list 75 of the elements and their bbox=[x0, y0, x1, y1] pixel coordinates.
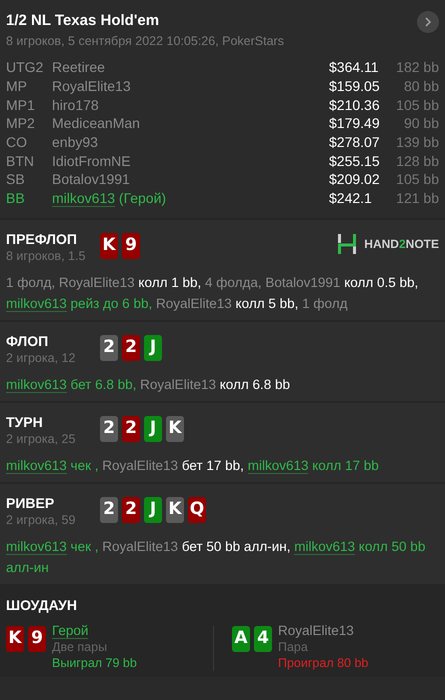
player-name: MediceanMan bbox=[52, 114, 141, 132]
next-button[interactable] bbox=[417, 11, 439, 33]
playing-card: Q bbox=[188, 496, 206, 522]
street-info: 2 игрока, 25 bbox=[6, 430, 76, 446]
playing-card: K bbox=[6, 626, 24, 652]
hand-title: 1/2 NL Texas Hold'em bbox=[6, 11, 160, 31]
street-title: ТУРН bbox=[6, 412, 44, 430]
action-log: milkov613 чек , RoyalElite13 бет 50 bb алл-ин, milkov613 колл 50 bb алл-ин bbox=[6, 538, 426, 576]
chevron-right-icon bbox=[424, 17, 432, 27]
stack-bb: 182 bb bbox=[395, 58, 439, 76]
player-name: Герой bbox=[52, 622, 90, 638]
showdown-title: ШОУДАУН bbox=[6, 596, 78, 614]
stack-amount: $242.1 bbox=[329, 189, 373, 208]
stack-bb: 105 bb bbox=[395, 170, 439, 188]
player-name: RoyalElite13 bbox=[278, 622, 355, 638]
street-title: РИВЕР bbox=[6, 494, 56, 512]
stack-bb: 121 bb bbox=[395, 189, 439, 208]
stack-bb: 90 bb bbox=[402, 114, 439, 132]
stack-amount: $278.07 bbox=[329, 133, 381, 152]
playing-card: 9 bbox=[28, 626, 46, 652]
playing-card: 2 bbox=[100, 496, 118, 522]
player-name: milkov613 (Герой) bbox=[52, 189, 168, 208]
stack-amount: $209.02 bbox=[329, 170, 381, 188]
playing-card: J bbox=[144, 416, 162, 442]
hand-rank: Две пары bbox=[52, 638, 108, 654]
position-label: CO bbox=[6, 133, 28, 152]
playing-card: J bbox=[144, 334, 162, 360]
street-info: 2 игрока, 12 bbox=[6, 350, 76, 366]
street-info: 2 игрока, 59 bbox=[6, 512, 76, 528]
stack-bb: 80 bb bbox=[402, 77, 439, 96]
street-title: ПРЕФЛОП bbox=[6, 230, 78, 248]
playing-card: 2 bbox=[100, 416, 118, 442]
playing-card: K bbox=[166, 416, 184, 442]
playing-card: J bbox=[144, 496, 162, 522]
stack-bb: 128 bb bbox=[395, 152, 439, 170]
playing-card: A bbox=[232, 626, 250, 652]
action-log: milkov613 чек , RoyalElite13 бет 17 bb, milkov613 колл 17 bb bbox=[6, 456, 380, 476]
playing-card: 2 bbox=[122, 496, 140, 522]
action-log: milkov613 бет 6.8 bb, RoyalElite13 колл 6.8 bb bbox=[6, 376, 292, 394]
result-text: Проиграл 80 bb bbox=[278, 654, 368, 670]
player-name: RoyalElite13 bbox=[52, 77, 132, 96]
player-name: enby93 bbox=[52, 133, 99, 152]
position-label: BTN bbox=[6, 152, 35, 170]
result-text: Выиграл 79 bb bbox=[52, 654, 137, 670]
stack-amount: $255.15 bbox=[329, 152, 381, 170]
playing-card: K bbox=[100, 232, 118, 258]
playing-card: 4 bbox=[254, 626, 272, 652]
hand-subtitle: 8 игроков, 5 сентября 2022 10:05:26, PokerStars bbox=[6, 33, 284, 50]
stack-amount: $210.36 bbox=[329, 96, 381, 114]
stack-amount: $179.49 bbox=[329, 114, 381, 132]
player-name: hiro178 bbox=[52, 96, 100, 114]
playing-card: 2 bbox=[100, 334, 118, 360]
stack-bb: 139 bb bbox=[395, 133, 439, 152]
logo-icon bbox=[338, 234, 356, 254]
player-name: Reetiree bbox=[52, 58, 106, 76]
position-label: UTG2 bbox=[6, 58, 44, 76]
logo-text: HAND2NOTE bbox=[364, 236, 439, 252]
playing-card: 2 bbox=[122, 416, 140, 442]
stack-amount: $159.05 bbox=[329, 77, 381, 96]
player-name: IdiotFromNE bbox=[52, 152, 132, 170]
playing-card: 9 bbox=[122, 232, 140, 258]
position-label: MP bbox=[6, 77, 28, 96]
playing-card: 2 bbox=[122, 334, 140, 360]
action-log: 1 фолд, RoyalElite13 колл 1 bb, 4 фолда, Botalov1991 колл 0.5 bb, milkov613 рейз до 6 bb, RoyalElite13 колл 5 bb, 1 фолд bbox=[6, 274, 420, 314]
street-info: 8 игроков, 1.5 bbox=[6, 248, 86, 264]
player-name: Botalov1991 bbox=[52, 170, 131, 188]
stack-amount: $364.11 bbox=[329, 58, 380, 76]
hand-rank: Пара bbox=[278, 638, 309, 654]
position-label: MP1 bbox=[6, 96, 36, 114]
position-label: MP2 bbox=[6, 114, 36, 132]
stack-bb: 105 bb bbox=[395, 96, 439, 114]
playing-card: K bbox=[166, 496, 184, 522]
position-label: BB bbox=[6, 189, 26, 208]
street-title: ФЛОП bbox=[6, 332, 50, 350]
position-label: SB bbox=[6, 170, 26, 188]
